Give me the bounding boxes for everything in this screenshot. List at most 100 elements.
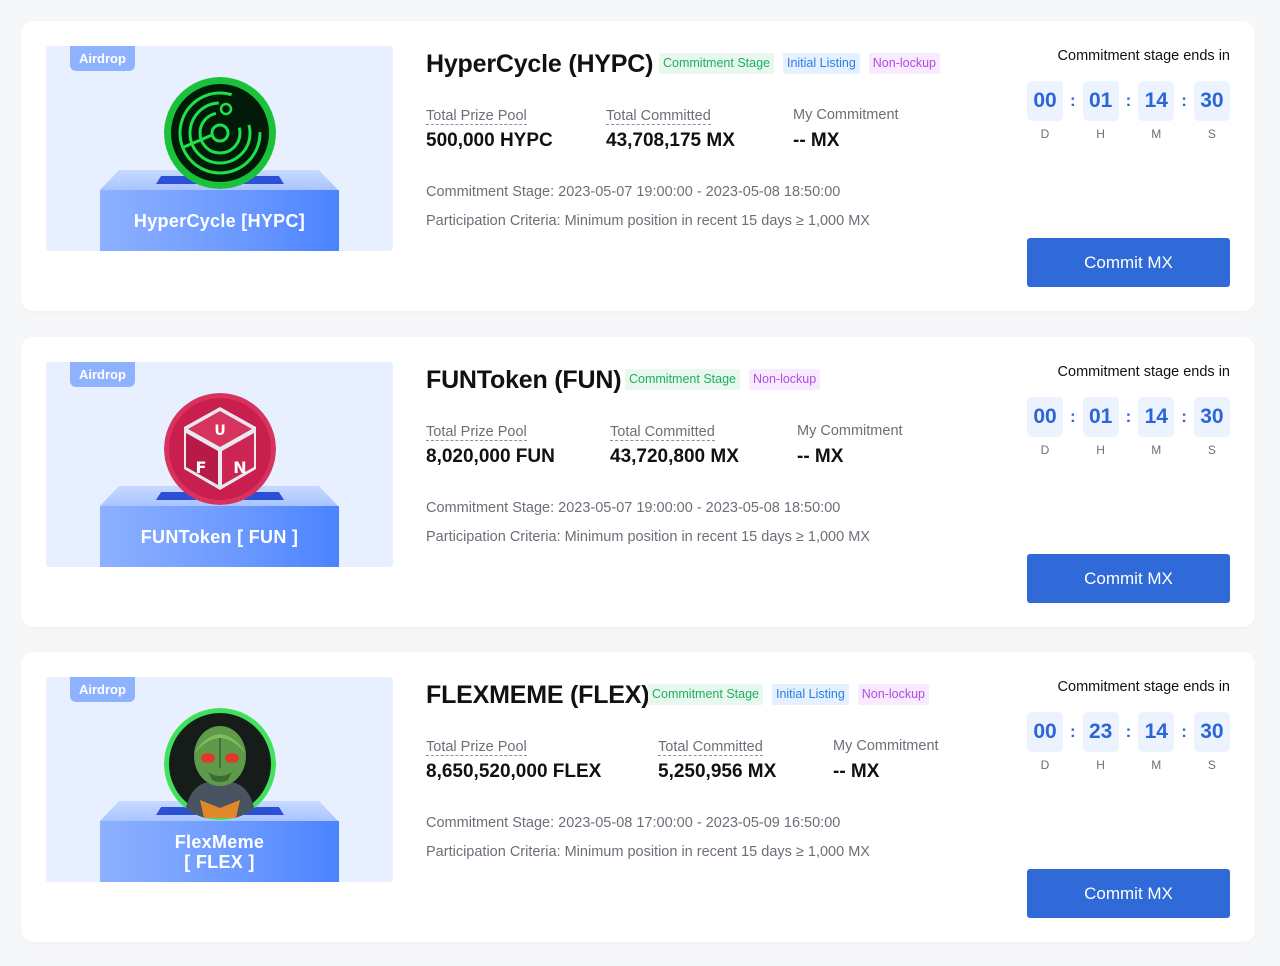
total-committed-label[interactable]: Total Committed <box>610 424 715 441</box>
tag-list: Commitment Stage Initial Listing Non-loc… <box>648 684 930 705</box>
countdown-separator: : <box>1069 407 1076 426</box>
prize-pool-value: 8,020,000 FUN <box>426 446 555 467</box>
total-committed: Total Committed 43,720,800 MX <box>610 423 739 468</box>
commit-mx-button[interactable]: Commit MX <box>1027 554 1230 603</box>
countdown-separator: : <box>1181 91 1187 110</box>
total-prize-pool: Total Prize Pool 500,000 HYPC <box>426 107 553 152</box>
svg-text:F: F <box>196 458 207 477</box>
countdown-label: Commitment stage ends in <box>1057 679 1230 695</box>
tag-initial-listing: Initial Listing <box>782 53 860 74</box>
total-committed-label[interactable]: Total Committed <box>658 739 763 756</box>
countdown-minutes: 14 <box>1138 81 1175 121</box>
tag-non-lockup: Non-lockup <box>868 53 941 74</box>
total-prize-pool: Total Prize Pool 8,650,520,000 FLEX <box>426 738 601 783</box>
launchpad-card-hypc: Airdrop HyperCycle [HYPC] HyperCycle (HY… <box>21 21 1255 311</box>
token-banner: Airdrop FlexMeme [ FLEX ] <box>46 677 393 882</box>
total-committed-value: 43,720,800 MX <box>610 446 739 467</box>
countdown-days: 00 <box>1027 397 1063 437</box>
launchpad-card-flex: Airdrop FlexMeme [ FLEX ] FLEXMEME (FLEX… <box>21 652 1255 942</box>
token-banner: Airdrop U F N FUNToken [ FUN ] <box>46 362 393 567</box>
prize-pool-label[interactable]: Total Prize Pool <box>426 108 527 125</box>
my-commitment-label: My Commitment <box>797 423 903 439</box>
countdown-seconds-label: S <box>1207 127 1216 141</box>
total-committed-label[interactable]: Total Committed <box>606 108 711 125</box>
countdown-timer: 00 D : 01 H : 14 M : 30 S <box>1027 397 1230 457</box>
countdown-seconds: 30 <box>1193 397 1230 437</box>
countdown-separator: : <box>1181 407 1187 426</box>
total-prize-pool: Total Prize Pool 8,020,000 FUN <box>426 423 555 468</box>
countdown-days: 00 <box>1027 81 1063 121</box>
countdown-hours: 01 <box>1082 81 1119 121</box>
token-box-label: HyperCycle [HYPC] <box>100 190 339 251</box>
svg-text:N: N <box>233 458 246 477</box>
airdrop-badge: Airdrop <box>70 362 135 387</box>
tag-initial-listing: Initial Listing <box>771 684 849 705</box>
my-commitment: My Commitment -- MX <box>833 738 939 783</box>
launchpad-card-fun: Airdrop U F N FUNToken [ FUN ] FUNToken … <box>21 337 1255 627</box>
tag-list: Commitment Stage Non-lockup <box>625 369 821 390</box>
total-committed: Total Committed 43,708,175 MX <box>606 107 735 152</box>
my-commitment-label: My Commitment <box>793 107 899 123</box>
countdown-seconds-label: S <box>1207 758 1216 772</box>
countdown-seconds: 30 <box>1193 81 1230 121</box>
box-label-line1: FlexMeme <box>174 831 265 852</box>
countdown-label: Commitment stage ends in <box>1057 364 1230 380</box>
countdown-hours: 01 <box>1082 397 1119 437</box>
project-title: HyperCycle (HYPC) <box>426 50 654 78</box>
participation-criteria: Participation Criteria: Minimum position… <box>426 529 870 545</box>
countdown-days: 00 <box>1027 712 1063 752</box>
tag-list: Commitment Stage Initial Listing Non-loc… <box>659 53 941 74</box>
countdown-seconds-label: S <box>1207 443 1216 457</box>
commitment-stage-dates: Commitment Stage: 2023-05-07 19:00:00 - … <box>426 184 841 200</box>
countdown-minutes-label: M <box>1151 443 1162 457</box>
tag-non-lockup: Non-lockup <box>857 684 930 705</box>
countdown-separator: : <box>1181 722 1187 741</box>
countdown-hours-label: H <box>1096 443 1105 457</box>
countdown-hours-label: H <box>1096 127 1105 141</box>
svg-text:U: U <box>214 423 225 439</box>
prize-pool-label[interactable]: Total Prize Pool <box>426 424 527 441</box>
countdown-separator: : <box>1069 722 1076 741</box>
my-commitment: My Commitment -- MX <box>793 107 899 152</box>
tag-commitment-stage: Commitment Stage <box>648 684 763 705</box>
countdown-hours-label: H <box>1096 758 1105 772</box>
countdown-days-label: D <box>1040 443 1050 457</box>
countdown-minutes-label: M <box>1151 758 1162 772</box>
total-committed-value: 5,250,956 MX <box>658 761 777 782</box>
countdown-minutes: 14 <box>1138 397 1175 437</box>
funtoken-logo-icon: U F N <box>164 393 276 505</box>
total-committed: Total Committed 5,250,956 MX <box>658 738 776 783</box>
countdown-separator: : <box>1125 407 1132 426</box>
token-banner: Airdrop HyperCycle [HYPC] <box>46 46 393 251</box>
commit-mx-button[interactable]: Commit MX <box>1027 869 1230 918</box>
participation-criteria: Participation Criteria: Minimum position… <box>426 213 870 229</box>
participation-criteria: Participation Criteria: Minimum position… <box>426 844 870 860</box>
token-box-label: FUNToken [ FUN ] <box>100 506 339 567</box>
prize-pool-label[interactable]: Total Prize Pool <box>426 739 527 756</box>
box-label-line1: FUNToken [ FUN ] <box>140 526 299 547</box>
airdrop-badge: Airdrop <box>70 46 135 71</box>
hypercycle-logo-icon <box>164 77 276 189</box>
countdown-days-label: D <box>1040 758 1050 772</box>
commit-mx-button[interactable]: Commit MX <box>1027 238 1230 287</box>
total-committed-value: 43,708,175 MX <box>606 130 735 151</box>
my-commitment-label: My Commitment <box>833 738 939 754</box>
tag-commitment-stage: Commitment Stage <box>659 53 774 74</box>
countdown-separator: : <box>1125 91 1132 110</box>
countdown-separator: : <box>1069 91 1076 110</box>
commitment-stage-dates: Commitment Stage: 2023-05-08 17:00:00 - … <box>426 815 841 831</box>
project-title: FUNToken (FUN) <box>426 366 622 394</box>
commitment-stage-dates: Commitment Stage: 2023-05-07 19:00:00 - … <box>426 500 841 516</box>
countdown-timer: 00 D : 23 H : 14 M : 30 S <box>1027 712 1230 772</box>
prize-pool-value: 8,650,520,000 FLEX <box>426 761 602 782</box>
my-commitment-value: -- MX <box>833 761 880 782</box>
airdrop-badge: Airdrop <box>70 677 135 702</box>
token-box-label: FlexMeme [ FLEX ] <box>100 821 339 882</box>
countdown-seconds: 30 <box>1193 712 1230 752</box>
prize-pool-value: 500,000 HYPC <box>426 130 553 151</box>
countdown-hours: 23 <box>1082 712 1119 752</box>
countdown-separator: : <box>1125 722 1132 741</box>
my-commitment-value: -- MX <box>793 130 840 151</box>
my-commitment-value: -- MX <box>797 446 844 467</box>
countdown-timer: 00 D : 01 H : 14 M : 30 S <box>1027 81 1230 141</box>
